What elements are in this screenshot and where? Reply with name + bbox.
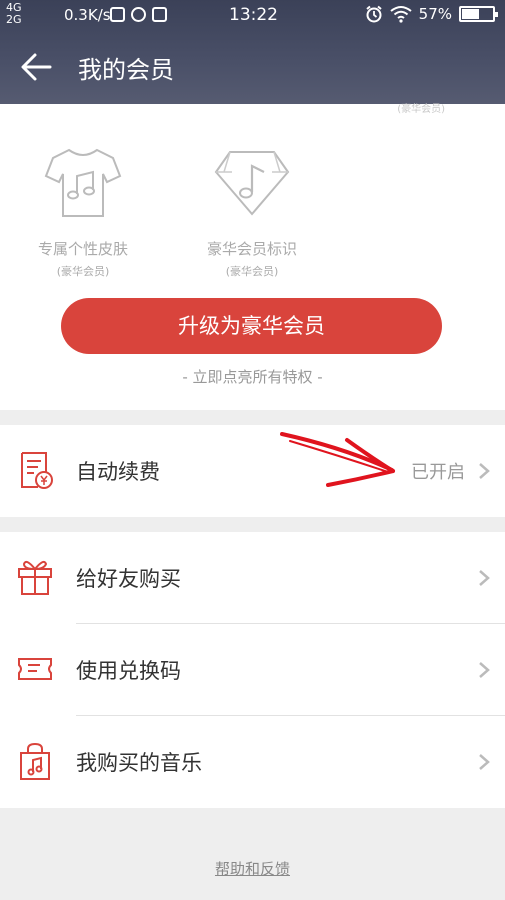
- bill-yen-icon: [21, 452, 53, 489]
- auto-renew-label: 自动续费: [76, 460, 160, 484]
- notification-icon: [110, 7, 125, 22]
- shopping-bag-music-icon: [20, 742, 50, 780]
- tshirt-music-icon: [44, 148, 122, 217]
- chevron-right-icon: [479, 570, 490, 586]
- wifi-icon: [390, 6, 412, 23]
- network-speed: 0.3K/s: [64, 6, 111, 24]
- gift-to-friend-row[interactable]: 给好友购买: [0, 532, 505, 624]
- arrow-left-icon[interactable]: [18, 50, 58, 84]
- upgrade-hint: - 立即点亮所有特权 -: [182, 368, 323, 386]
- redeem-code-label: 使用兑换码: [76, 659, 181, 683]
- chevron-right-icon: [479, 463, 490, 479]
- chevron-right-icon: [479, 662, 490, 678]
- battery-fill: [462, 9, 480, 19]
- privilege-peek-label: (豪华会员): [397, 104, 445, 115]
- status-bar: 4G 2G 0.3K/s 13:22 57%: [0, 0, 505, 30]
- gift-icon: [18, 560, 52, 595]
- page-title: 我的会员: [78, 56, 174, 84]
- privilege-sub: (豪华会员): [56, 265, 110, 278]
- network-indicator: 4G 2G: [6, 2, 22, 26]
- gift-to-friend-label: 给好友购买: [76, 567, 181, 591]
- privilege-luxury-badge[interactable]: 豪华会员标识 (豪华会员): [177, 146, 327, 279]
- ticket-icon: [18, 658, 52, 680]
- battery-percent: 57%: [418, 5, 452, 23]
- diamond-music-icon: [214, 151, 290, 216]
- privilege-exclusive-skin[interactable]: 专属个性皮肤 (豪华会员): [8, 146, 158, 279]
- privilege-sub: (豪华会员): [225, 265, 279, 278]
- privileges-card: (豪华会员) 专属个性皮肤 (豪华会员) 豪华会员标识 (豪华会员) 升级为豪华…: [0, 104, 505, 410]
- auto-renew-section: 自动续费 已开启: [0, 425, 505, 517]
- my-purchased-music-label: 我购买的音乐: [76, 751, 202, 775]
- privilege-name: 豪华会员标识: [206, 240, 297, 258]
- privilege-name: 专属个性皮肤: [37, 240, 128, 258]
- clock: 13:22: [229, 5, 278, 25]
- app-notification-icon: [131, 7, 146, 22]
- upgrade-luxury-button[interactable]: 升级为豪华会员: [61, 298, 442, 354]
- auto-renew-row[interactable]: 自动续费 已开启: [0, 425, 505, 517]
- navigation-bar: 我的会员: [0, 38, 505, 96]
- menu-section: 给好友购买 使用兑换码 我购买的音乐: [0, 532, 505, 808]
- app-header: 4G 2G 0.3K/s 13:22 57% 我的会员: [0, 0, 505, 104]
- help-feedback-link[interactable]: 帮助和反馈: [0, 858, 505, 879]
- auto-renew-status: 已开启: [411, 462, 465, 483]
- screenshot-icon: [152, 7, 167, 22]
- my-purchased-music-row[interactable]: 我购买的音乐: [0, 716, 505, 808]
- network-2g-label: 2G: [6, 13, 22, 26]
- chevron-right-icon: [479, 754, 490, 770]
- alarm-icon: [366, 5, 382, 23]
- redeem-code-row[interactable]: 使用兑换码: [0, 624, 505, 716]
- battery-icon: [459, 6, 498, 22]
